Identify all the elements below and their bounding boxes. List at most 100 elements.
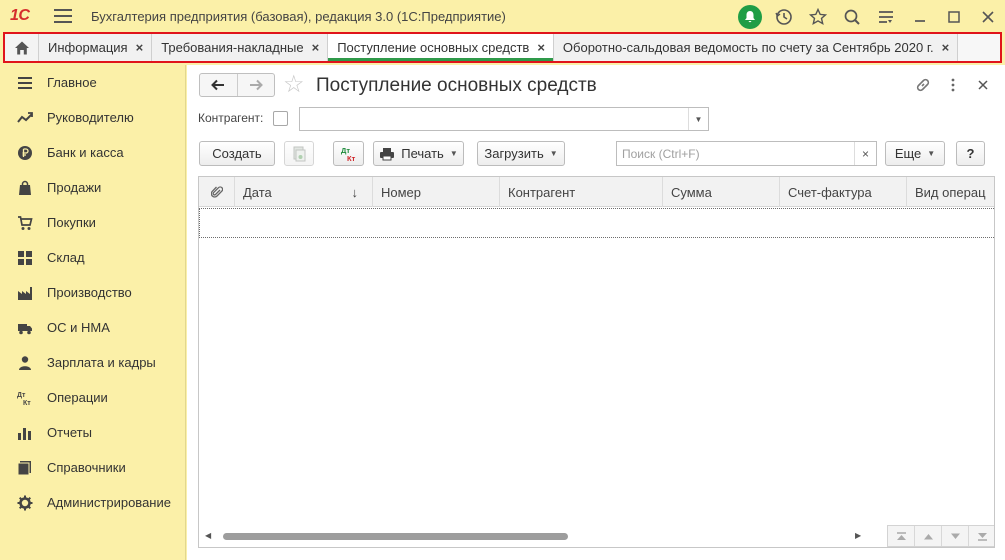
column-header-number[interactable]: Номер	[373, 177, 500, 207]
column-header-amount[interactable]: Сумма	[663, 177, 780, 207]
sidebar-item-label: Продажи	[47, 180, 102, 195]
maximize-icon[interactable]	[937, 0, 971, 33]
document-list-form: ☆ Поступление основных средств Контраген…	[187, 65, 1005, 560]
close-form-icon[interactable]	[973, 75, 993, 95]
debit-credit-icon: Дт Кт	[17, 390, 33, 406]
column-label: Номер	[381, 184, 422, 200]
gear-icon	[17, 495, 33, 511]
favorite-star-icon[interactable]: ☆	[283, 73, 305, 97]
sidebar-item-purchases[interactable]: Покупки	[0, 205, 186, 240]
tab-close-icon[interactable]: ×	[537, 40, 545, 55]
column-label: Счет-фактура	[788, 184, 872, 200]
first-page-icon	[896, 531, 906, 540]
create-button[interactable]: Создать	[199, 141, 275, 166]
star-icon[interactable]	[801, 0, 835, 33]
tab-label: Информация	[48, 40, 128, 55]
title-bar-icons	[733, 0, 1005, 33]
sidebar-item-production[interactable]: Производство	[0, 275, 186, 310]
scroll-to-top-button[interactable]	[888, 526, 914, 546]
sidebar-item-main[interactable]: Главное	[0, 65, 186, 100]
menu-lines-icon	[17, 75, 33, 91]
sidebar-item-label: Операции	[47, 390, 108, 405]
column-header-invoice[interactable]: Счет-фактура	[780, 177, 907, 207]
dropdown-arrow-icon[interactable]: ▼	[688, 108, 708, 130]
scroll-to-bottom-button[interactable]	[968, 526, 994, 546]
table-row-selected-empty[interactable]	[199, 208, 994, 238]
sections-sidebar: Главное Руководителю Банк и касса Продаж…	[0, 65, 186, 560]
help-button[interactable]: ?	[956, 141, 985, 166]
person-icon	[17, 355, 33, 371]
title-bar: 1С Бухгалтерия предприятия (базовая), ре…	[0, 0, 1005, 33]
sidebar-item-operations[interactable]: Дт Кт Операции	[0, 380, 186, 415]
tab-requirements-invoices[interactable]: Требования-накладные ×	[152, 34, 329, 61]
page-down-icon	[950, 533, 960, 539]
cart-icon	[17, 215, 33, 231]
scroll-right-icon[interactable]: ▶	[855, 531, 861, 540]
journal-entries-button[interactable]: Дт Кт	[333, 141, 364, 166]
page-up-button[interactable]	[914, 526, 941, 546]
sidebar-item-management[interactable]: Руководителю	[0, 100, 186, 135]
horizontal-scrollbar[interactable]: ◀ ▶	[199, 529, 879, 543]
bell-icon[interactable]	[733, 0, 767, 33]
counterparty-filter-field[interactable]: ▼	[299, 107, 709, 131]
copy-document-button[interactable]	[284, 141, 314, 166]
sidebar-item-sales[interactable]: Продажи	[0, 170, 186, 205]
tab-information[interactable]: Информация ×	[39, 34, 153, 61]
sidebar-item-label: Производство	[47, 285, 132, 300]
scrollbar-thumb[interactable]	[223, 533, 568, 540]
back-button[interactable]	[200, 74, 237, 96]
documents-table[interactable]: Дата ↓ Номер Контрагент Сумма Счет-факту…	[198, 176, 995, 548]
sidebar-item-label: Отчеты	[47, 425, 92, 440]
arrow-right-icon	[249, 79, 263, 91]
load-button[interactable]: Загрузить ▼	[477, 141, 565, 166]
tab-close-icon[interactable]: ×	[136, 40, 144, 55]
sidebar-item-bank-cash[interactable]: Банк и касса	[0, 135, 186, 170]
books-icon	[17, 460, 33, 476]
counterparty-filter-checkbox[interactable]	[273, 111, 288, 126]
link-icon[interactable]	[913, 75, 933, 95]
sidebar-item-salary-hr[interactable]: Зарплата и кадры	[0, 345, 186, 380]
tab-close-icon[interactable]: ×	[312, 40, 320, 55]
tab-fixed-assets-receipt[interactable]: Поступление основных средств ×	[328, 34, 554, 61]
minimize-icon[interactable]	[903, 0, 937, 33]
main-menu-icon[interactable]	[54, 9, 72, 23]
trend-icon	[17, 110, 33, 126]
sidebar-item-warehouse[interactable]: Склад	[0, 240, 186, 275]
sidebar-item-references[interactable]: Справочники	[0, 450, 186, 485]
close-icon[interactable]	[971, 0, 1005, 33]
sidebar-item-reports[interactable]: Отчеты	[0, 415, 186, 450]
page-up-icon	[923, 533, 933, 539]
column-header-counterparty[interactable]: Контрагент	[500, 177, 663, 207]
tab-turnover-balance-sheet[interactable]: Оборотно-сальдовая ведомость по счету за…	[553, 34, 959, 61]
caret-down-icon: ▼	[927, 149, 936, 158]
search-input[interactable]: Поиск (Ctrl+F) ×	[616, 141, 877, 166]
arrow-left-icon	[211, 79, 225, 91]
tab-close-icon[interactable]: ×	[942, 40, 950, 55]
sidebar-item-administration[interactable]: Администрирование	[0, 485, 186, 520]
column-header-date[interactable]: Дата ↓	[235, 177, 373, 207]
tab-label: Требования-накладные	[161, 40, 304, 55]
more-actions-button[interactable]: Еще ▼	[885, 141, 945, 166]
print-button[interactable]: Печать ▼	[373, 141, 464, 166]
print-button-label: Печать	[401, 146, 444, 161]
clear-search-button[interactable]: ×	[854, 142, 876, 165]
app-logo[interactable]: 1С	[10, 7, 30, 25]
forward-button[interactable]	[236, 74, 275, 96]
column-header-operation-type[interactable]: Вид операц	[907, 177, 994, 207]
settings-icon[interactable]	[869, 0, 903, 33]
page-down-button[interactable]	[941, 526, 968, 546]
home-icon	[14, 41, 29, 54]
sidebar-item-label: Покупки	[47, 215, 96, 230]
scroll-left-icon[interactable]: ◀	[205, 531, 211, 540]
more-vertical-icon[interactable]	[943, 75, 963, 95]
attachment-column-header[interactable]	[199, 177, 235, 207]
sidebar-item-fixed-assets[interactable]: ОС и НМА	[0, 310, 186, 345]
document-copy-icon	[293, 146, 306, 161]
caret-down-icon: ▼	[449, 149, 458, 158]
caret-down-icon: ▼	[549, 149, 558, 158]
search-icon[interactable]	[835, 0, 869, 33]
history-icon[interactable]	[767, 0, 801, 33]
truck-icon	[17, 320, 33, 336]
home-tab[interactable]	[5, 34, 39, 61]
form-header-icons	[913, 75, 993, 95]
